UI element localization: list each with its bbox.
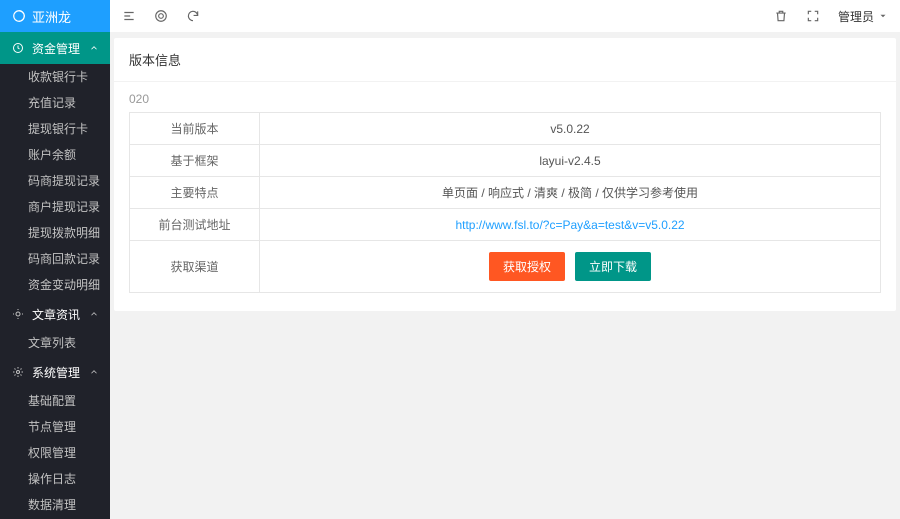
table-row: 获取渠道 获取授权 立即下载 — [130, 241, 881, 293]
sidebar-group-label: 资金管理 — [32, 40, 88, 57]
sidebar-item-label: 节点管理 — [28, 420, 76, 434]
sidebar-item[interactable]: 码商回款记录 — [0, 246, 110, 272]
admin-label: 管理员 — [838, 8, 874, 25]
logo-text: 亚洲龙 — [32, 7, 71, 26]
admin-menu[interactable]: 管理员 — [838, 8, 888, 25]
sidebar-item[interactable]: 充值记录 — [0, 90, 110, 116]
fullscreen-icon[interactable] — [806, 9, 820, 23]
row-value: 单页面 / 响应式 / 清爽 / 极简 / 仅供学习参考使用 — [260, 177, 881, 209]
row-key: 当前版本 — [130, 113, 260, 145]
chevron-up-icon — [88, 367, 100, 377]
sidebar-group-label: 系统管理 — [32, 364, 88, 381]
refresh-icon[interactable] — [186, 9, 200, 23]
version-card: 版本信息 020 当前版本 v5.0.22 基于框架 layui-v2.4.5 — [114, 38, 896, 311]
sidebar-item[interactable]: 基础配置 — [0, 388, 110, 414]
sidebar-group-funds[interactable]: 资金管理 — [0, 32, 110, 64]
sidebar-item[interactable]: 节点管理 — [0, 414, 110, 440]
gear-icon — [10, 366, 26, 378]
get-license-button[interactable]: 获取授权 — [489, 252, 565, 281]
sidebar-item[interactable]: 资金变动明细 — [0, 272, 110, 298]
row-value: 获取授权 立即下载 — [260, 241, 881, 293]
sidebar-group-articles[interactable]: 文章资讯 — [0, 298, 110, 330]
sidebar-item-label: 账户余额 — [28, 148, 76, 162]
chevron-up-icon — [88, 43, 100, 53]
sidebar-item[interactable]: 账户余额 — [0, 142, 110, 168]
sidebar-item[interactable]: 操作日志 — [0, 466, 110, 492]
sidebar-item[interactable]: 权限管理 — [0, 440, 110, 466]
sidebar-item[interactable]: 文章列表 — [0, 330, 110, 356]
test-url-link[interactable]: http://www.fsl.to/?c=Pay&a=test&v=v5.0.2… — [455, 218, 684, 232]
card-title: 版本信息 — [114, 38, 896, 82]
sidebar-group-system[interactable]: 系统管理 — [0, 356, 110, 388]
trash-icon[interactable] — [774, 9, 788, 23]
row-value: v5.0.22 — [260, 113, 881, 145]
home-icon[interactable] — [154, 9, 168, 23]
sidebar-item[interactable]: 码商提现记录 — [0, 168, 110, 194]
sidebar-item-label: 收款银行卡 — [28, 70, 88, 84]
sidebar-item-label: 提现银行卡 — [28, 122, 88, 136]
sidebar-item-label: 充值记录 — [28, 96, 76, 110]
sidebar-item-label: 权限管理 — [28, 446, 76, 460]
logo[interactable]: 亚洲龙 — [0, 0, 110, 32]
sidebar-item[interactable]: 提现拨款明细 — [0, 220, 110, 246]
topbar: 管理员 — [110, 0, 900, 32]
sidebar-item-label: 码商回款记录 — [28, 252, 100, 266]
sidebar-item-label: 基础配置 — [28, 394, 76, 408]
row-value: http://www.fsl.to/?c=Pay&a=test&v=v5.0.2… — [260, 209, 881, 241]
row-key: 基于框架 — [130, 145, 260, 177]
main: 管理员 版本信息 020 当前版本 v5.0.22 — [110, 0, 900, 519]
row-value: layui-v2.4.5 — [260, 145, 881, 177]
sidebar-item-label: 提现拨款明细 — [28, 226, 100, 240]
sidebar-item-label: 操作日志 — [28, 472, 76, 486]
caret-down-icon — [878, 11, 888, 21]
table-row: 主要特点 单页面 / 响应式 / 清爽 / 极简 / 仅供学习参考使用 — [130, 177, 881, 209]
sidebar-item[interactable]: 收款银行卡 — [0, 64, 110, 90]
table-row: 基于框架 layui-v2.4.5 — [130, 145, 881, 177]
menu-collapse-icon[interactable] — [122, 9, 136, 23]
table-row: 前台测试地址 http://www.fsl.to/?c=Pay&a=test&v… — [130, 209, 881, 241]
doc-icon — [10, 308, 26, 320]
download-button[interactable]: 立即下载 — [575, 252, 651, 281]
sidebar-group-label: 文章资讯 — [32, 306, 88, 323]
row-key: 获取渠道 — [130, 241, 260, 293]
sidebar-item-label: 资金变动明细 — [28, 278, 100, 292]
info-table: 当前版本 v5.0.22 基于框架 layui-v2.4.5 主要特点 单页面 … — [129, 112, 881, 293]
sidebar-item-label: 商户提现记录 — [28, 200, 100, 214]
sidebar-item-label: 文章列表 — [28, 336, 76, 350]
card-subcode: 020 — [129, 92, 881, 106]
sidebar-item[interactable]: 商户提现记录 — [0, 194, 110, 220]
chevron-up-icon — [88, 309, 100, 319]
table-row: 当前版本 v5.0.22 — [130, 113, 881, 145]
sidebar-item[interactable]: 提现银行卡 — [0, 116, 110, 142]
row-key: 前台测试地址 — [130, 209, 260, 241]
sidebar-item[interactable]: 数据清理 — [0, 492, 110, 518]
sidebar: 亚洲龙 资金管理 收款银行卡 充值记录 提现银行卡 账户余额 码商提现记录 商户… — [0, 0, 110, 519]
sidebar-nav: 资金管理 收款银行卡 充值记录 提现银行卡 账户余额 码商提现记录 商户提现记录… — [0, 32, 110, 519]
row-key: 主要特点 — [130, 177, 260, 209]
sidebar-item-label: 码商提现记录 — [28, 174, 100, 188]
logo-icon — [12, 9, 26, 23]
sidebar-item-label: 数据清理 — [28, 498, 76, 512]
dashboard-icon — [10, 42, 26, 54]
